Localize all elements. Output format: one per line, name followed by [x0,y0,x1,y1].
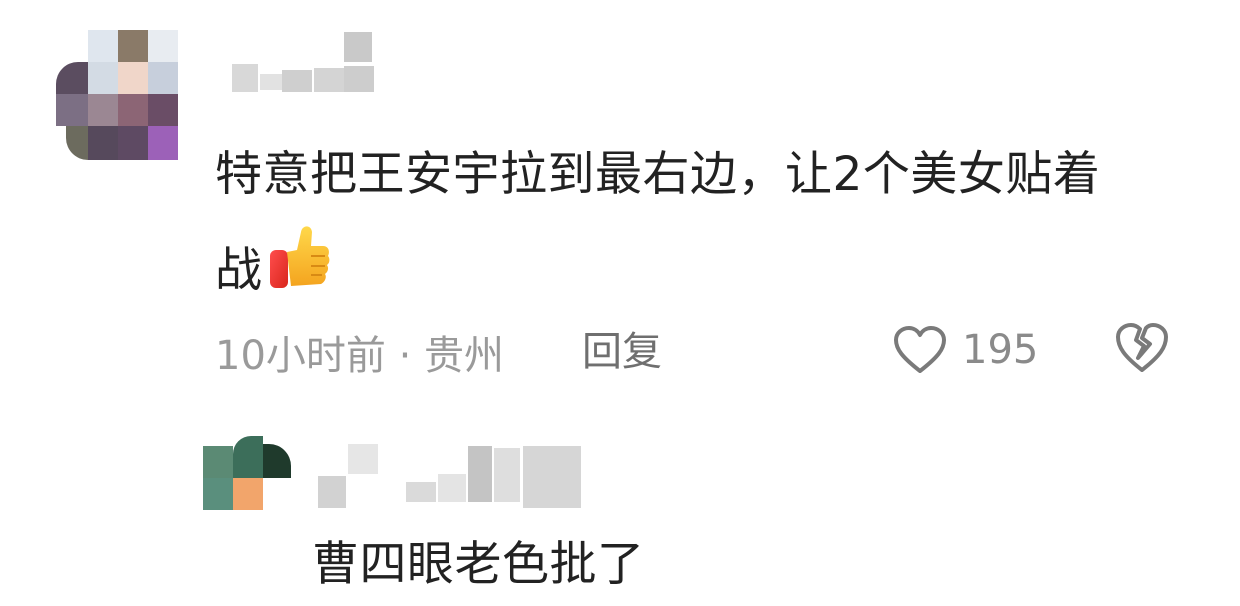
broken-heart-icon [1114,320,1170,376]
comment-text-line1: 特意把王安宇拉到最右边，让2个美女贴着 [215,147,1101,202]
like-count: 195 [962,327,1039,373]
reply-avatar[interactable] [203,436,295,512]
reply-username-pixelated[interactable] [318,444,583,510]
heart-icon [892,325,948,375]
username-pixelated[interactable] [232,32,382,94]
time-location: 10小时前 · 贵州 [215,333,505,379]
comment-text-line2-text: 战 [215,243,263,298]
comment-text-line2: 战 [215,222,1195,324]
comment-meta: 10小时前 · 贵州 回复 [215,322,735,382]
reply-text: 曹四眼老色批了 [312,537,645,592]
like-button[interactable]: 195 [892,320,1038,380]
thumbs-up-icon [267,222,331,324]
avatar[interactable] [56,30,184,162]
dislike-button[interactable] [1114,320,1170,380]
comment-text: 特意把王安宇拉到最右边，让2个美女贴着 战 [215,128,1195,324]
reply-button[interactable]: 回复 [582,322,662,382]
